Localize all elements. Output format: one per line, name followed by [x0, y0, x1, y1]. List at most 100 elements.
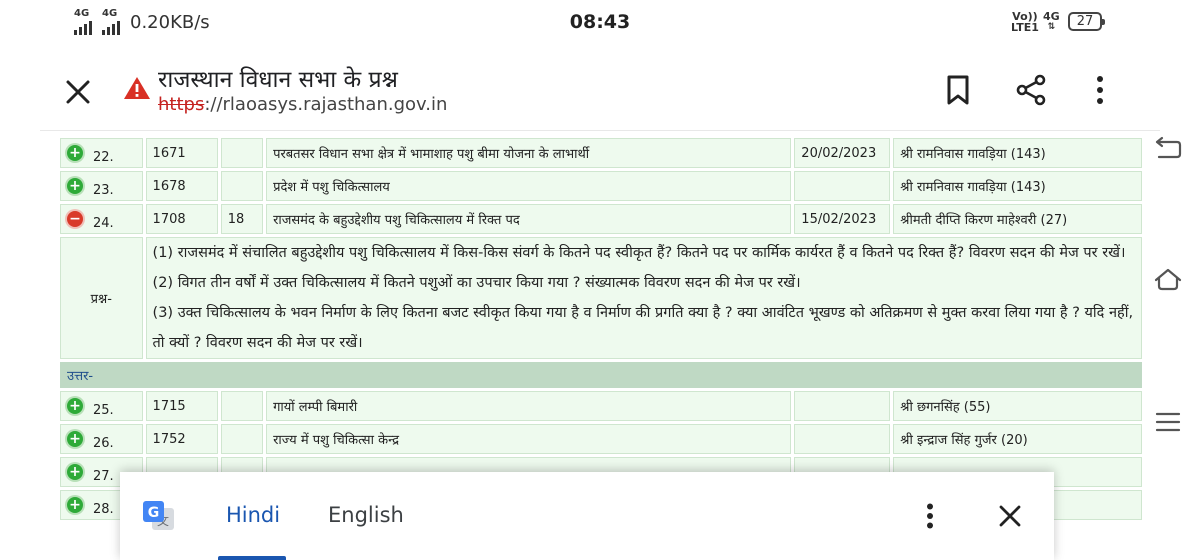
- signal-2-label: 4G: [102, 8, 118, 19]
- question-number: [220, 171, 264, 201]
- collapse-minus-icon[interactable]: −: [67, 211, 83, 227]
- serial-number: 23.: [93, 182, 114, 198]
- translate-bar: 文 G Hindi English: [120, 472, 1054, 560]
- serial-number: 24.: [93, 215, 114, 231]
- question-id: 1678: [145, 171, 218, 201]
- question-label: प्रश्न-: [60, 237, 143, 359]
- table-row[interactable]: +22. 1671 परबतसर विधान सभा क्षेत्र में भ…: [60, 138, 1142, 168]
- question-id: 1671: [145, 138, 218, 168]
- back-gesture-button[interactable]: [1150, 130, 1186, 166]
- questions-table: +22. 1671 परबतसर विधान सभा क्षेत्र में भ…: [57, 135, 1145, 523]
- signal-indicator-1: 4G: [74, 9, 92, 35]
- question-date: [794, 391, 891, 421]
- question-subject: राजसमंद के बहुउद्देशीय पशु चिकित्सालय मे…: [266, 204, 792, 234]
- bookmark-icon: [947, 75, 969, 105]
- question-text: (1) राजसमंद में संचालित बहुउद्देशीय पशु …: [145, 237, 1142, 359]
- more-vert-icon: [927, 503, 933, 529]
- share-icon: [1016, 74, 1046, 106]
- question-id: 1752: [145, 424, 218, 454]
- member-name: श्री रामनिवास गावड़िया (143): [893, 171, 1142, 201]
- question-date: [794, 424, 891, 454]
- question-date: 20/02/2023: [794, 138, 891, 168]
- member-name: श्री छगनसिंह (55): [893, 391, 1142, 421]
- question-line-1: (1) राजसमंद में संचालित बहुउद्देशीय पशु …: [152, 245, 1126, 261]
- question-number: [220, 138, 264, 168]
- status-bar: 4G 4G 0.20KB/s 08:43 Vo)) LTE1 4G ⇅ 27: [0, 0, 1200, 44]
- expand-plus-icon[interactable]: +: [67, 464, 83, 480]
- close-button[interactable]: [58, 72, 98, 112]
- volte-indicator: Vo)) LTE1: [1011, 11, 1039, 33]
- expand-plus-icon[interactable]: +: [67, 431, 83, 447]
- member-name: श्री रामनिवास गावड़िया (143): [893, 138, 1142, 168]
- question-date: 15/02/2023: [794, 204, 891, 234]
- question-line-2: (2) विगत तीन वर्षों में उक्त चिकित्सालय …: [152, 275, 801, 291]
- serial-number: 26.: [93, 435, 114, 451]
- signal-bars-icon: [74, 21, 92, 35]
- lte-label: LTE1: [1011, 21, 1039, 34]
- more-vert-icon: [1097, 76, 1103, 104]
- question-date: [794, 171, 891, 201]
- network-speed: 0.20KB/s: [130, 12, 210, 33]
- home-gesture-button[interactable]: [1150, 262, 1186, 298]
- network-type: 4G ⇅: [1043, 11, 1060, 33]
- serial-number: 28.: [93, 501, 114, 517]
- expand-plus-icon[interactable]: +: [67, 497, 83, 513]
- expand-plus-icon[interactable]: +: [67, 178, 83, 194]
- table-row[interactable]: −24. 1708 18 राजसमंद के बहुउद्देशीय पशु …: [60, 204, 1142, 234]
- answer-row: उत्तर-: [60, 362, 1142, 388]
- member-name: श्री इन्द्राज सिंह गुर्जर (20): [893, 424, 1142, 454]
- question-subject: प्रदेश में पशु चिकित्सालय: [266, 171, 792, 201]
- network-type-label: 4G: [1043, 10, 1060, 23]
- member-name: श्रीमती दीप्ति किरण माहेश्वरी (27): [893, 204, 1142, 234]
- share-button[interactable]: [1011, 70, 1051, 110]
- google-translate-icon[interactable]: 文 G: [142, 500, 176, 534]
- tab-hindi[interactable]: Hindi: [226, 503, 280, 527]
- question-number: [220, 424, 264, 454]
- question-id: 1715: [145, 391, 218, 421]
- serial-cell: +25.: [60, 391, 143, 421]
- page-url[interactable]: https://rlaoasys.rajasthan.gov.in: [158, 94, 447, 115]
- signal-indicator-2: 4G: [102, 9, 120, 35]
- expand-plus-icon[interactable]: +: [67, 145, 83, 161]
- data-arrows-icon: ⇅: [1047, 22, 1056, 32]
- svg-text:G: G: [148, 505, 160, 521]
- right-gutter: [1160, 130, 1200, 560]
- table-row[interactable]: +26. 1752 राज्य में पशु चिकित्सा केन्द्र…: [60, 424, 1142, 454]
- question-number: 18: [220, 204, 264, 234]
- active-tab-indicator: [218, 556, 286, 560]
- serial-cell: +26.: [60, 424, 143, 454]
- serial-number: 27.: [93, 468, 114, 484]
- warning-icon: [124, 77, 150, 99]
- bookmark-button[interactable]: [938, 70, 978, 110]
- battery-indicator: 27: [1068, 12, 1105, 31]
- page-title: राजस्थान विधान सभा के प्रश्न: [158, 67, 398, 93]
- close-icon: [66, 80, 90, 104]
- answer-label: उत्तर-: [60, 362, 1142, 388]
- browser-toolbar: राजस्थान विधान सभा के प्रश्न https://rla…: [0, 44, 1200, 130]
- signal-bars-icon: [102, 21, 120, 35]
- battery-level: 27: [1076, 14, 1094, 29]
- translate-options-button[interactable]: [914, 500, 946, 532]
- serial-number: 25.: [93, 402, 114, 418]
- signal-1-label: 4G: [74, 8, 90, 19]
- question-subject: गायों लम्पी बिमारी: [266, 391, 792, 421]
- tab-english[interactable]: English: [328, 503, 404, 527]
- serial-number: 22.: [93, 149, 114, 165]
- url-host: ://rlaoasys.rajasthan.gov.in: [204, 94, 448, 115]
- back-arrow-icon: [1155, 136, 1182, 159]
- more-options-button[interactable]: [1080, 70, 1120, 110]
- recents-gesture-button[interactable]: [1150, 404, 1186, 440]
- table-row[interactable]: +23. 1678 प्रदेश में पशु चिकित्सालय श्री…: [60, 171, 1142, 201]
- question-line-3: (3) उक्त चिकित्सालय के भवन निर्माण के लि…: [152, 305, 1134, 351]
- serial-cell: +23.: [60, 171, 143, 201]
- translate-close-button[interactable]: [994, 500, 1026, 532]
- home-icon: [1154, 268, 1182, 291]
- question-id: 1708: [145, 204, 218, 234]
- url-scheme: https: [158, 94, 205, 115]
- question-subject: परबतसर विधान सभा क्षेत्र में भामाशाह पशु…: [266, 138, 792, 168]
- table-row[interactable]: +25. 1715 गायों लम्पी बिमारी श्री छगनसिं…: [60, 391, 1142, 421]
- close-icon: [999, 505, 1021, 527]
- expand-plus-icon[interactable]: +: [67, 398, 83, 414]
- question-detail-row: प्रश्न- (1) राजसमंद में संचालित बहुउद्दे…: [60, 237, 1142, 359]
- question-subject: राज्य में पशु चिकित्सा केन्द्र: [266, 424, 792, 454]
